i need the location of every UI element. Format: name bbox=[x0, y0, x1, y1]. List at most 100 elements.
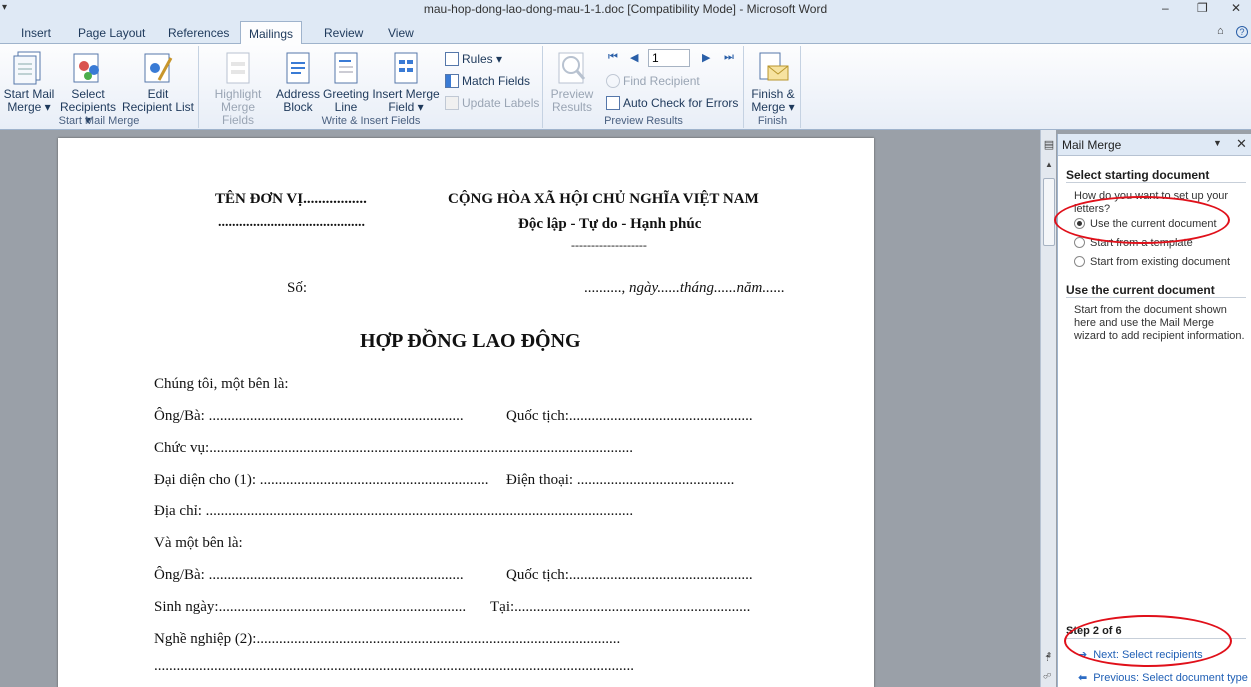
finish-merge-button[interactable]: Finish & Merge ▾ bbox=[747, 50, 799, 114]
divider bbox=[1066, 182, 1246, 183]
doc-line: Chúng tôi, một bên là: bbox=[154, 376, 289, 392]
rules-button[interactable]: Rules ▾ bbox=[445, 50, 502, 68]
match-fields-button[interactable]: Match Fields bbox=[445, 72, 530, 90]
arrow-left-icon: ⬅ bbox=[1078, 672, 1088, 684]
divider bbox=[1066, 297, 1246, 298]
doc-line: Và một bên là: bbox=[154, 535, 243, 551]
restore-button[interactable]: ❐ bbox=[1197, 1, 1208, 15]
previous-select-document-type-link[interactable]: ⬅ Previous: Select document type bbox=[1078, 671, 1248, 684]
preview-results-icon bbox=[558, 52, 586, 84]
close-button[interactable]: ✕ bbox=[1231, 1, 1241, 15]
finish-merge-icon bbox=[759, 52, 789, 81]
scroll-thumb[interactable] bbox=[1043, 178, 1055, 246]
doc-line: Quốc tịch:..............................… bbox=[506, 567, 753, 583]
group-label-write-insert: Write & Insert Fields bbox=[321, 115, 421, 127]
pane-scroll-up-icon[interactable]: ⇡ bbox=[1044, 654, 1051, 663]
address-block-button[interactable]: Address Block bbox=[274, 50, 322, 114]
preview-results-button[interactable]: Preview Results bbox=[546, 50, 598, 114]
match-fields-icon bbox=[445, 74, 459, 88]
find-recipient-icon bbox=[606, 74, 620, 88]
update-labels-icon bbox=[445, 96, 459, 110]
doc-org-dots: ........................................… bbox=[218, 215, 365, 230]
doc-country: CỘNG HÒA XÃ HỘI CHỦ NGHĨA VIỆT NAM bbox=[448, 191, 759, 207]
group-start-mail-merge: Start Mail Merge ▾ Select Recipients ▾ E… bbox=[0, 46, 199, 128]
record-number-input[interactable] bbox=[648, 49, 690, 67]
doc-motto-line: ------------------- bbox=[571, 238, 647, 252]
doc-motto: Độc lập - Tự do - Hạnh phúc bbox=[518, 216, 702, 232]
first-record-icon[interactable]: ⏮ bbox=[608, 51, 618, 64]
doc-line: Chức vụ:................................… bbox=[154, 440, 633, 456]
group-label-preview-results: Preview Results bbox=[604, 115, 683, 127]
doc-date: .........., ngày......tháng......năm....… bbox=[584, 280, 785, 296]
doc-line: Nghề nghiệp (2):........................… bbox=[154, 631, 621, 647]
find-recipient-button[interactable]: Find Recipient bbox=[606, 72, 700, 90]
doc-line: Tại:....................................… bbox=[490, 599, 751, 615]
vertical-scrollbar[interactable]: ▤ ▲ ⇞ ○ bbox=[1040, 130, 1056, 687]
insert-merge-field-icon bbox=[394, 52, 418, 84]
doc-line: ........................................… bbox=[154, 658, 634, 674]
start-mail-merge-button[interactable]: Start Mail Merge ▾ bbox=[3, 50, 55, 114]
section-use-current-document: Use the current document bbox=[1066, 283, 1215, 297]
annotation-circle-option bbox=[1054, 196, 1230, 244]
select-recipients-icon bbox=[73, 53, 99, 83]
doc-so: Số: bbox=[287, 280, 308, 296]
edit-recipient-list-button[interactable]: Edit Recipient List bbox=[121, 50, 195, 114]
ribbon-tabs: Insert Page Layout References Mailings R… bbox=[0, 20, 1251, 45]
pane-title: Mail Merge bbox=[1062, 138, 1122, 152]
start-mail-merge-icon bbox=[13, 51, 41, 85]
scroll-up-icon[interactable]: ▲ bbox=[1041, 160, 1057, 169]
minimize-button[interactable]: – bbox=[1162, 1, 1169, 15]
pane-scroll-circle-icon[interactable]: ○ bbox=[1043, 672, 1048, 681]
rules-icon bbox=[445, 52, 459, 66]
insert-merge-field-button[interactable]: Insert Merge Field ▾ bbox=[371, 50, 441, 114]
auto-check-errors-icon bbox=[606, 96, 620, 110]
greeting-line-icon bbox=[334, 52, 358, 84]
ruler-toggle-icon[interactable]: ▤ bbox=[1041, 138, 1057, 151]
tab-view[interactable]: View bbox=[380, 24, 422, 42]
annotation-circle-next bbox=[1064, 615, 1232, 667]
ribbon: Start Mail Merge ▾ Select Recipients ▾ E… bbox=[0, 44, 1251, 130]
radio-icon[interactable] bbox=[1074, 256, 1085, 267]
section-description: Start from the document shown here and u… bbox=[1074, 304, 1245, 342]
doc-line: Ông/Bà: ................................… bbox=[154, 567, 464, 583]
tab-page-layout[interactable]: Page Layout bbox=[70, 24, 153, 42]
doc-org-name: TÊN ĐƠN VỊ................. bbox=[215, 191, 367, 207]
option-start-from-existing[interactable]: Start from existing document bbox=[1074, 256, 1230, 268]
doc-line: Ông/Bà: ................................… bbox=[154, 408, 464, 424]
doc-line: Điện thoại: ............................… bbox=[506, 472, 735, 488]
highlight-merge-fields-icon bbox=[226, 52, 250, 84]
tab-references[interactable]: References bbox=[160, 24, 237, 42]
previous-record-icon[interactable]: ◀ bbox=[630, 51, 638, 64]
window-title: mau-hop-dong-lao-dong-mau-1-1.doc [Compa… bbox=[423, 2, 828, 16]
title-bar: ▾ mau-hop-dong-lao-dong-mau-1-1.doc [Com… bbox=[0, 0, 1251, 20]
doc-line: Sinh ngày:..............................… bbox=[154, 599, 467, 615]
group-label-finish: Finish bbox=[757, 115, 788, 127]
doc-line: Quốc tịch:..............................… bbox=[506, 408, 753, 424]
update-labels-button[interactable]: Update Labels bbox=[445, 94, 539, 112]
section-select-starting-document: Select starting document bbox=[1066, 168, 1210, 182]
edit-recipient-list-icon bbox=[144, 53, 173, 83]
tab-review[interactable]: Review bbox=[316, 24, 371, 42]
radio-icon[interactable] bbox=[1074, 237, 1085, 248]
doc-line: Địa chỉ: ...............................… bbox=[154, 503, 634, 519]
document-workspace: TÊN ĐƠN VỊ................. ............… bbox=[0, 130, 1040, 687]
group-preview-results: Preview Results ⏮ ◀ ▶ ⏭ Find Recipient A… bbox=[544, 46, 744, 128]
minimize-ribbon-icon[interactable]: ⌂ bbox=[1217, 25, 1224, 37]
next-record-icon[interactable]: ▶ bbox=[702, 51, 710, 64]
tab-insert[interactable]: Insert bbox=[13, 24, 59, 42]
pane-close-icon[interactable]: ✕ bbox=[1236, 136, 1247, 152]
pane-header: Mail Merge ▼ ✕ bbox=[1058, 134, 1251, 156]
help-icon[interactable]: ? bbox=[1236, 26, 1248, 38]
doc-heading: HỢP ĐỒNG LAO ĐỘNG bbox=[360, 330, 581, 352]
pane-options-dropdown-icon[interactable]: ▼ bbox=[1213, 138, 1222, 148]
doc-line: Đại diện cho (1): ......................… bbox=[154, 472, 489, 488]
group-finish: Finish & Merge ▾ Finish bbox=[745, 46, 801, 128]
auto-check-errors-button[interactable]: Auto Check for Errors bbox=[606, 94, 738, 112]
group-write-insert-fields: Highlight Merge Fields Address Block Gre… bbox=[200, 46, 543, 128]
greeting-line-button[interactable]: Greeting Line bbox=[322, 50, 370, 114]
address-block-icon bbox=[286, 52, 310, 84]
group-label-start-mail-merge: Start Mail Merge bbox=[58, 115, 140, 127]
document-page[interactable]: TÊN ĐƠN VỊ................. ............… bbox=[58, 138, 874, 687]
tab-mailings[interactable]: Mailings bbox=[240, 21, 303, 45]
last-record-icon[interactable]: ⏭ bbox=[724, 51, 734, 64]
